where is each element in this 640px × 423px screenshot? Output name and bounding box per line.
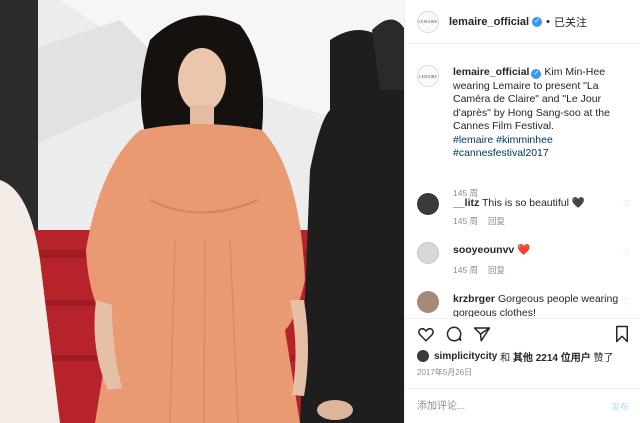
likes-suffix: 赞了	[593, 352, 614, 364]
post-header: LEMAIRE lemaire_official ✓ • 已关注	[405, 0, 640, 44]
comment-like-heart-icon[interactable]: ♡	[623, 248, 631, 259]
bookmark-icon[interactable]	[613, 325, 631, 343]
comment-text: sooyeounvv ❤️	[453, 244, 625, 258]
commenter-avatar[interactable]	[417, 242, 439, 264]
comment-username[interactable]: sooyeounvv	[453, 244, 514, 256]
comment-username[interactable]: __litz	[453, 197, 479, 209]
comment-time: 145 周	[453, 265, 479, 275]
avatar-logo-text: LEMAIRE	[418, 19, 438, 24]
comment-body: This is so beautiful 🖤	[482, 197, 585, 209]
likes-others[interactable]: 其他 2214 位用户	[513, 349, 591, 364]
liker-avatar[interactable]	[417, 350, 429, 362]
post-photo[interactable]	[0, 0, 404, 423]
commenter-avatar[interactable]	[417, 291, 439, 313]
caption-username[interactable]: lemaire_official	[453, 66, 529, 78]
post-comment-button[interactable]: 发布	[611, 400, 629, 413]
caption-hashtags[interactable]: #lemaire #kimminhee #cannesfestival2017	[453, 134, 553, 160]
commenter-avatar[interactable]	[417, 193, 439, 215]
add-comment-bar: 发布	[405, 388, 640, 423]
post-side-panel: LEMAIRE lemaire_official ✓ • 已关注 LEMAIRE…	[404, 0, 640, 423]
comment-meta: 145 周回复	[453, 215, 505, 227]
caption-avatar[interactable]: LEMAIRE	[417, 65, 439, 87]
comment-body: ❤️	[517, 244, 531, 256]
author-avatar[interactable]: LEMAIRE	[417, 10, 439, 33]
comment-text: __litz This is so beautiful 🖤	[453, 197, 625, 211]
post-actions-bar	[405, 318, 640, 348]
comment-meta: 145 周回复	[453, 264, 505, 276]
heart-icon[interactable]	[417, 325, 435, 343]
caption-verified-icon: ✓	[531, 69, 542, 79]
comment-icon[interactable]	[445, 325, 463, 343]
follow-status-button[interactable]: 已关注	[554, 14, 587, 30]
comment-time: 145 周	[453, 216, 479, 226]
separator-dot: •	[546, 15, 550, 28]
likes-connector: 和	[500, 352, 511, 364]
verified-badge-icon: ✓	[532, 16, 543, 27]
comment-input[interactable]	[417, 398, 587, 414]
caption-avatar-logo-text: LEMAIRE	[419, 73, 437, 79]
caption-text: lemaire_official ✓ Kim Min-Hee wearing Le…	[453, 66, 625, 161]
share-icon[interactable]	[473, 325, 491, 343]
comments-list[interactable]: LEMAIRE lemaire_official ✓ Kim Min-Hee we…	[405, 45, 640, 317]
liker-username[interactable]: simplicitycity	[434, 351, 497, 362]
reply-button[interactable]: 回复	[488, 265, 505, 275]
comment-like-heart-icon[interactable]: ♡	[623, 199, 631, 210]
comment-text: krzbrger Gorgeous people wearing gorgeou…	[453, 293, 625, 317]
photo-illustration	[0, 0, 404, 423]
likes-summary: simplicitycity 和 其他 2214 位用户 赞了	[417, 349, 614, 364]
comment-like-heart-icon[interactable]: ♡	[623, 297, 631, 308]
author-username[interactable]: lemaire_official	[449, 16, 529, 28]
comment-username[interactable]: krzbrger	[453, 293, 495, 305]
reply-button[interactable]: 回复	[488, 216, 505, 226]
post-date: 2017年5月26日	[417, 368, 473, 377]
